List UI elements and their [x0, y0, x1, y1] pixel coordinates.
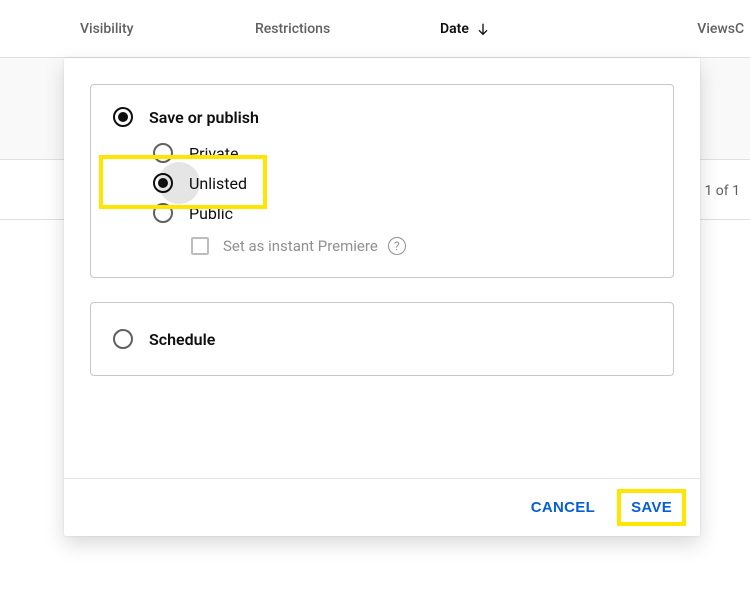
checkbox-icon — [191, 237, 209, 255]
radio-icon — [153, 173, 173, 193]
save-button[interactable]: SAVE — [617, 489, 686, 526]
option-unlisted[interactable]: Unlisted — [111, 171, 653, 195]
arrow-down-icon — [475, 21, 491, 37]
cancel-button[interactable]: CANCEL — [517, 489, 609, 526]
column-header-row: Visibility Restrictions Date Views C — [0, 0, 750, 58]
help-icon[interactable]: ? — [388, 237, 406, 255]
radio-icon — [153, 203, 173, 223]
dialog-footer: CANCEL SAVE — [64, 478, 700, 536]
option-label: Schedule — [149, 330, 215, 349]
option-label: Private — [189, 144, 238, 163]
radio-icon — [113, 329, 133, 349]
radio-icon — [153, 143, 173, 163]
option-label: Public — [189, 204, 233, 223]
option-private[interactable]: Private — [111, 141, 653, 165]
column-header-date-label: Date — [440, 21, 469, 37]
save-or-publish-panel: Save or publish Private Unlisted — [90, 84, 674, 278]
column-header-date[interactable]: Date — [440, 21, 680, 37]
option-label: Save or publish — [149, 108, 259, 127]
pagination-info: 1 of 1 — [704, 183, 740, 199]
column-header-views[interactable]: Views — [680, 21, 735, 37]
option-schedule[interactable]: Schedule — [90, 302, 674, 376]
column-header-truncated[interactable]: C — [735, 21, 744, 37]
column-header-visibility[interactable]: Visibility — [80, 21, 255, 37]
option-public[interactable]: Public — [111, 201, 653, 225]
option-label: Unlisted — [189, 174, 247, 193]
radio-icon — [113, 107, 133, 127]
option-instant-premiere[interactable]: Set as instant Premiere ? — [111, 237, 653, 255]
visibility-dialog: Save or publish Private Unlisted — [64, 58, 700, 536]
option-save-or-publish[interactable]: Save or publish — [111, 105, 653, 129]
column-header-restrictions[interactable]: Restrictions — [255, 21, 440, 37]
option-label: Set as instant Premiere — [223, 237, 378, 255]
